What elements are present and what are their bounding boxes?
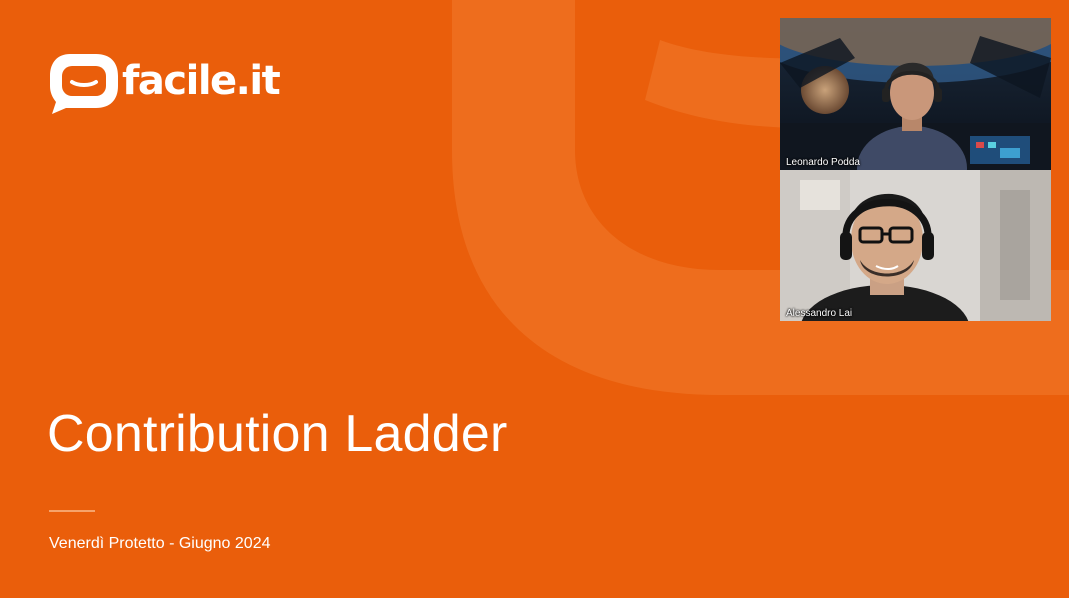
- slide-title: Contribution Ladder: [47, 405, 508, 463]
- title-divider: [49, 510, 95, 512]
- slide-subtitle: Venerdì Protetto - Giugno 2024: [49, 535, 271, 552]
- participant-name-label: Leonardo Podda: [786, 157, 860, 168]
- logo-wordmark: facile.it: [122, 58, 281, 104]
- participant-video-feed: [780, 170, 1051, 321]
- participant-video-feed: [780, 18, 1051, 170]
- participant-name-label: Alessandro Lai: [786, 308, 853, 319]
- video-tile-participant-2[interactable]: Alessandro Lai: [780, 170, 1051, 321]
- chat-bubble-logo-icon: [50, 54, 118, 114]
- facile-logo: facile.it: [48, 52, 281, 116]
- video-tile-participant-1[interactable]: Leonardo Podda: [780, 18, 1051, 170]
